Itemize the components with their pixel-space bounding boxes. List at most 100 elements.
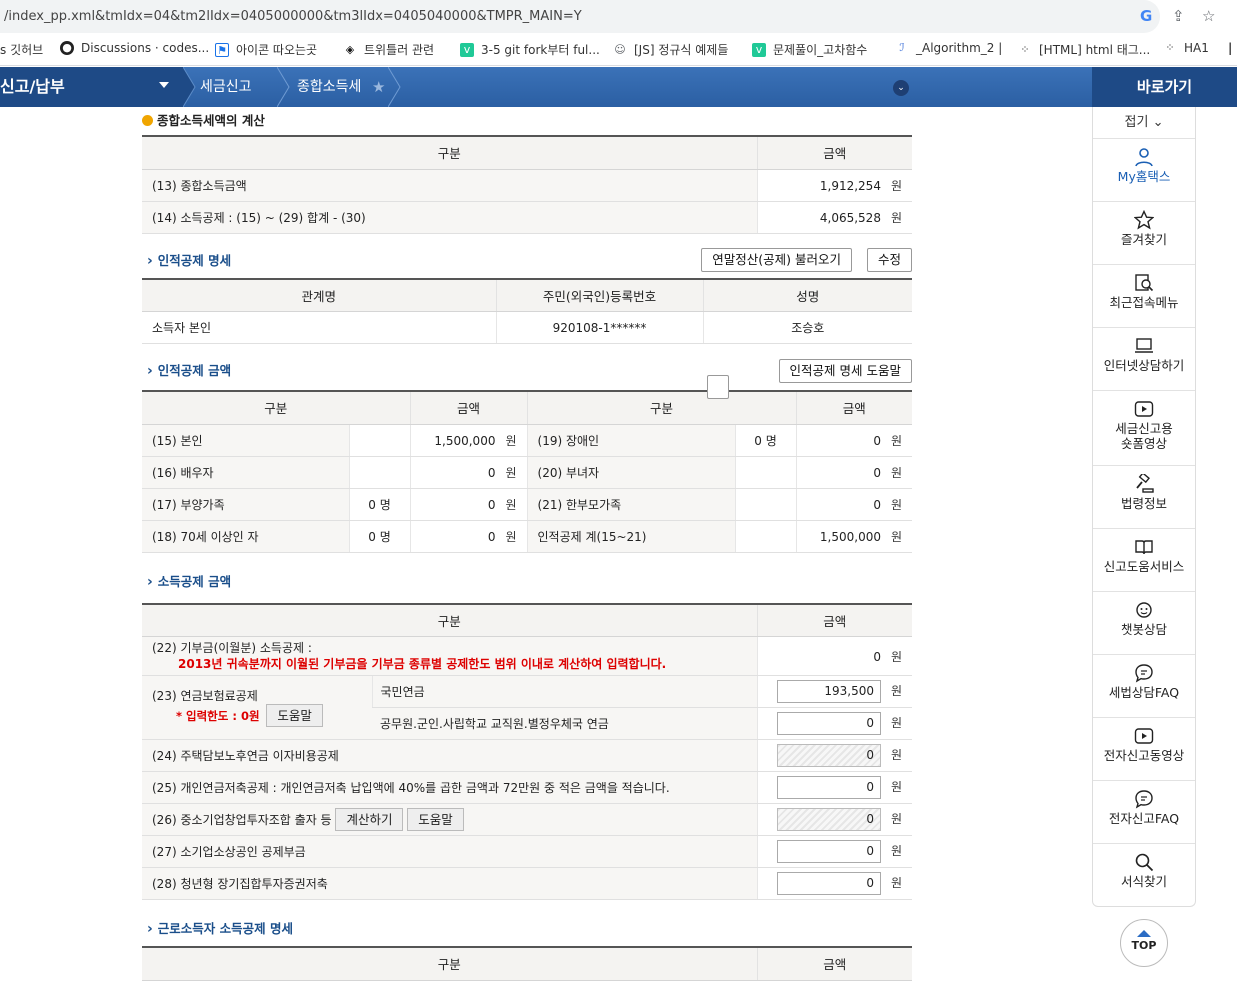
unit: 원 [890,844,903,858]
share-icon[interactable]: ⇪ [1172,7,1185,25]
deduction-22-note: 2013년 귀속분까지 이월된 기부금을 기부금 종류별 공제한도 범위 이내로… [178,657,667,671]
edit-button[interactable]: 수정 [866,247,912,272]
address-bar[interactable]: /index_pp.xml&tmIdx=04&tm2lIdx=040500000… [0,0,1237,33]
fold-label: 접기 [1124,115,1149,130]
global-nav: 신고/납부 세금신고 종합소득세 ★ ⌄ [0,67,1092,107]
personal-pension-input[interactable]: 0 [776,776,881,799]
quick-item-recent-menu[interactable]: 최근접속메뉴 [1093,264,1195,327]
col-header: 구분 [142,946,757,981]
amount: 1,500,000 [819,529,881,544]
row-label: (25) 개인연금저축공제 : 개인연금저축 납입액에 40%를 곱한 금액과 … [142,771,758,804]
expand-circle-icon[interactable]: ⌄ [893,80,909,96]
person-icon [1135,148,1153,167]
row-label: (13) 종합소득금액 [142,169,757,202]
bookmark-label: 트위틀러 관련 [364,43,435,57]
quick-item-e-filing-faq[interactable]: 전자신고FAQ [1093,780,1195,843]
book-icon [1135,540,1153,555]
quick-item-label: 최근접속메뉴 [1109,295,1179,310]
favorite-star-icon[interactable]: ★ [372,67,385,107]
bookmark-item[interactable]: ◈ 트위틀러 관련 [343,41,434,58]
load-year-end-button[interactable]: 연말정산(공제) 불러오기 [701,247,852,272]
breadcrumb-separator-icon [388,67,401,107]
recent-search-icon [1135,274,1154,292]
table-row: (22) 기부금(이월분) 소득공제 : 2013년 귀속분까지 이월된 기부금을… [142,636,913,676]
table-row: (26) 중소기업창업투자조합 출자 등 계산하기 도움말 0원 [142,803,913,836]
help-button[interactable]: 도움말 [407,808,464,831]
quick-item-form-search[interactable]: 서식찾기 [1093,843,1195,906]
quick-item-shortform-video[interactable]: 세금신고용 숏폼영상 [1093,390,1195,465]
more-bookmarks-icon[interactable]: | [1228,41,1232,55]
breadcrumb-separator-icon [183,67,196,107]
google-icon[interactable]: G [1140,7,1152,25]
quick-item-label: 신고도움서비스 [1103,559,1185,574]
row-value: 193,500 원 [756,675,913,708]
subsection-header: 인적공제 명세 연말정산(공제) 불러오기 수정 [142,234,912,399]
bookmark-item[interactable]: s 깃허브 [0,41,43,58]
avatar-icon: ☺ [613,42,627,57]
scroll-top-button[interactable]: TOP [1120,919,1168,967]
bookmark-label: 문제풀이_고차함수 [773,43,868,57]
quick-item-e-filing-video[interactable]: 전자신고동영상 [1093,717,1195,780]
count-cell: 0 명 [734,424,797,457]
input-limit-note: * 입력한도 : 0원 [176,709,260,723]
bookmark-item[interactable]: ⚑ 아이콘 따오는곳 [215,41,317,58]
url-text[interactable]: /index_pp.xml&tmIdx=04&tm2lIdx=040500000… [0,0,1160,33]
worker-deduction-table: 구분 금액 [142,946,912,981]
bookmark-item[interactable]: ℐ _Algorithm_2 | [895,41,1002,55]
fold-button[interactable]: 접기 ⌄ [1092,107,1196,138]
quick-item-favorites[interactable]: 즐겨찾기 [1093,201,1195,264]
calculate-button[interactable]: 계산하기 [335,808,404,831]
table-row: (14) 소득공제 : (15) ~ (29) 합계 - (30) 4,065,5… [142,201,912,234]
quick-item-label: 챗봇상담 [1120,622,1167,637]
table-row: (17) 부양가족 0 명 0 원 (21) 한부모가족 0 원 [142,488,913,521]
col-header: 구분 [142,602,758,637]
arrow-up-icon [1137,930,1151,937]
help-button[interactable]: 도움말 [266,704,323,727]
amount: 0 [873,649,881,664]
quick-item-tax-faq[interactable]: 세법상담FAQ [1093,654,1195,717]
row-value: 0원 [795,424,913,457]
youth-fund-input[interactable]: 0 [776,872,881,895]
chat-icon [1135,664,1153,683]
col-header: 금액 [409,390,528,425]
table-row: (15) 본인 1,500,000 원 (19) 장애인 0 명0원 [142,424,913,457]
section-title: 종합소득세액의 계산 [142,107,912,135]
breadcrumb-income-tax[interactable]: 종합소득세 [297,67,361,107]
quick-item-filing-help[interactable]: 신고도움서비스 [1093,528,1195,591]
star-icon[interactable]: ☆ [1202,7,1215,25]
amount: 4,065,528 [819,210,881,225]
nav-menu-title[interactable]: 신고/납부 [0,67,183,107]
bookmark-item[interactable]: ⁘ HA1 [1163,41,1209,55]
row-value: 1,912,254 원 [756,169,912,202]
small-business-input[interactable]: 0 [776,840,881,863]
unit: 원 [505,529,517,544]
personal-help-button[interactable]: 인적공제 명세 도움말 [778,359,912,383]
quick-item-internet-consult[interactable]: 인터넷상담하기 [1093,327,1195,390]
personal-deduction-list-table: 관계명 주민(외국인)등록번호 성명 소득자 본인 920108-1****** 조… [142,277,912,344]
subsection-title: 근로소득자 소득공제 명세 [147,918,293,937]
section-title-text: 종합소득세액의 계산 [157,113,265,128]
unit: 원 [890,465,903,480]
bookmark-item[interactable]: v 3-5 git fork부터 ful... [460,41,600,58]
quick-item-my-hometax[interactable]: My홈택스 [1093,138,1195,201]
relation-cell: 소득자 본인 [142,311,496,344]
breadcrumb-tax-filing[interactable]: 세금신고 [200,67,252,107]
bookmark-item[interactable]: v 문제풀이_고차함수 [752,41,867,58]
bookmark-item[interactable]: ☺ [JS] 정규식 예제들 [613,41,728,58]
bookmark-label: 아이콘 따오는곳 [236,43,318,57]
col-header: 성명 [702,277,912,312]
unit: 원 [890,649,903,664]
bookmark-label: _Algorithm_2 | [916,41,1003,55]
chevron-down-icon[interactable] [159,82,169,88]
name-cell: 조승호 [702,311,912,344]
col-header: 금액 [756,946,912,981]
public-pension-input[interactable]: 0 [776,712,881,735]
codesandbox-icon: ◈ [343,42,357,57]
bookmark-label: s 깃허브 [0,43,44,57]
national-pension-input[interactable]: 193,500 [776,680,881,703]
bookmark-item[interactable]: ● Discussions · codes... [60,41,209,55]
bookmark-item[interactable]: ⁘ [HTML] html 태그... [1018,41,1150,58]
row-label: (18) 70세 이상인 자 [142,520,349,553]
quick-item-law-info[interactable]: 법령정보 [1093,465,1195,528]
quick-item-chatbot[interactable]: 챗봇상담 [1093,591,1195,654]
